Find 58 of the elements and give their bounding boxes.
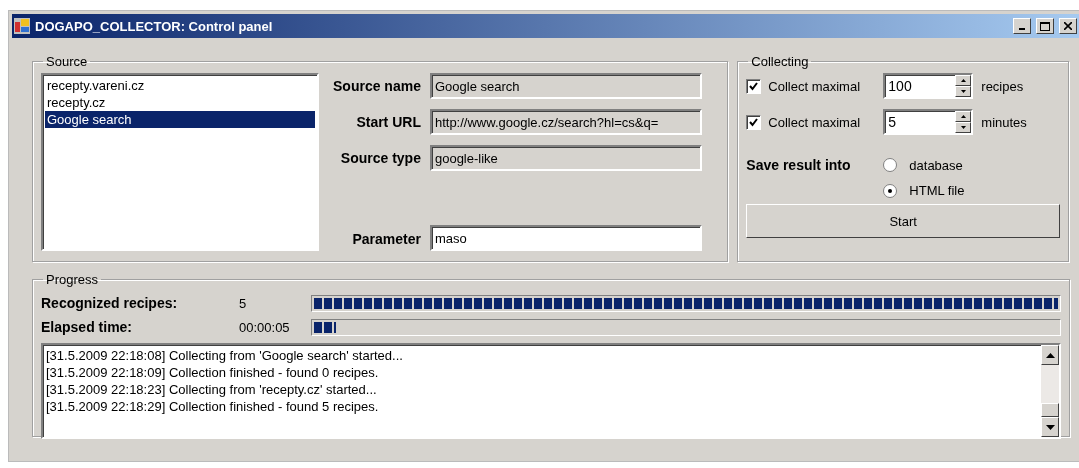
group-title: Collecting xyxy=(750,54,810,69)
field-label: Start URL xyxy=(355,114,421,130)
source-item[interactable]: recepty.vareni.cz xyxy=(45,77,315,94)
scroll-thumb[interactable] xyxy=(1041,403,1059,417)
field-label: Source type xyxy=(339,150,421,166)
save-label: Save result into xyxy=(746,157,852,173)
down-arrow-icon xyxy=(1045,424,1055,430)
app-icon xyxy=(14,18,30,34)
down-arrow-icon xyxy=(960,90,966,93)
checkbox-label: Collect maximal xyxy=(768,114,862,130)
meter-reading: 5 xyxy=(239,295,248,311)
unit-label: recipes xyxy=(981,78,1025,94)
text-field[interactable]: google-like xyxy=(429,145,702,171)
log-line: [31.5.2009 22:18:29] Collection finished - found 5 recipes. xyxy=(46,398,380,415)
number-field[interactable]: 100 xyxy=(883,73,974,99)
up-arrow-icon xyxy=(1045,352,1055,358)
scrollbar[interactable] xyxy=(1041,345,1059,437)
up-arrow-icon xyxy=(960,79,966,82)
text-field[interactable]: maso xyxy=(429,225,702,251)
down-arrow-icon xyxy=(960,126,966,129)
meter-label: Elapsed time: xyxy=(41,319,134,335)
radio-button[interactable] xyxy=(883,183,898,198)
spin-up-button[interactable] xyxy=(955,75,972,86)
text-field[interactable]: http://www.google.cz/search?hl=cs&q= xyxy=(429,109,702,135)
checkbox-label: Collect maximal xyxy=(768,78,862,94)
log-line: [31.5.2009 22:18:08] Collecting from 'Google search' started... xyxy=(46,347,404,364)
source-item[interactable]: recepty.cz xyxy=(45,94,315,111)
text-field[interactable]: Google search xyxy=(429,73,702,99)
field-label: Source name xyxy=(333,78,421,94)
meter-reading: 00:00:05 xyxy=(239,319,291,335)
maximize-icon xyxy=(1040,21,1050,31)
radio-label: HTML file xyxy=(909,183,965,198)
radio-button[interactable] xyxy=(883,158,898,172)
meter-label: Recognized recipes: xyxy=(41,295,179,311)
log-line: [31.5.2009 22:18:23] Collecting from 'recepty.cz' started... xyxy=(46,381,378,398)
field-label: Parameter xyxy=(351,231,421,249)
spin-down-button[interactable] xyxy=(955,122,972,133)
source-list[interactable]: recepty.vareni.cz recepty.cz Google search xyxy=(41,73,319,251)
up-arrow-icon xyxy=(960,115,966,118)
close-icon xyxy=(1064,22,1072,30)
maximize-button[interactable] xyxy=(1036,18,1054,34)
checkbox[interactable] xyxy=(746,78,762,94)
spin-down-button[interactable] xyxy=(955,86,972,97)
close-button[interactable] xyxy=(1059,18,1077,34)
window-title: DOGAPO_COLLECTOR: Control panel xyxy=(35,18,274,34)
start-button[interactable]: Start xyxy=(746,204,1060,238)
source-item[interactable]: Google search xyxy=(45,111,315,128)
unit-label: minutes xyxy=(981,114,1028,130)
minimize-button[interactable] xyxy=(1013,18,1031,34)
log-line: [31.5.2009 22:18:09] Collection finished - found 0 recipes. xyxy=(46,364,380,381)
number-field[interactable]: 5 xyxy=(883,109,974,135)
spin-up-button[interactable] xyxy=(955,111,972,122)
scroll-down-button[interactable] xyxy=(1041,417,1059,437)
group-title: Source xyxy=(45,54,89,69)
radio-label: database xyxy=(909,157,963,173)
scroll-up-button[interactable] xyxy=(1041,345,1059,365)
checkbox[interactable] xyxy=(746,114,762,130)
group-title: Progress xyxy=(45,272,100,287)
